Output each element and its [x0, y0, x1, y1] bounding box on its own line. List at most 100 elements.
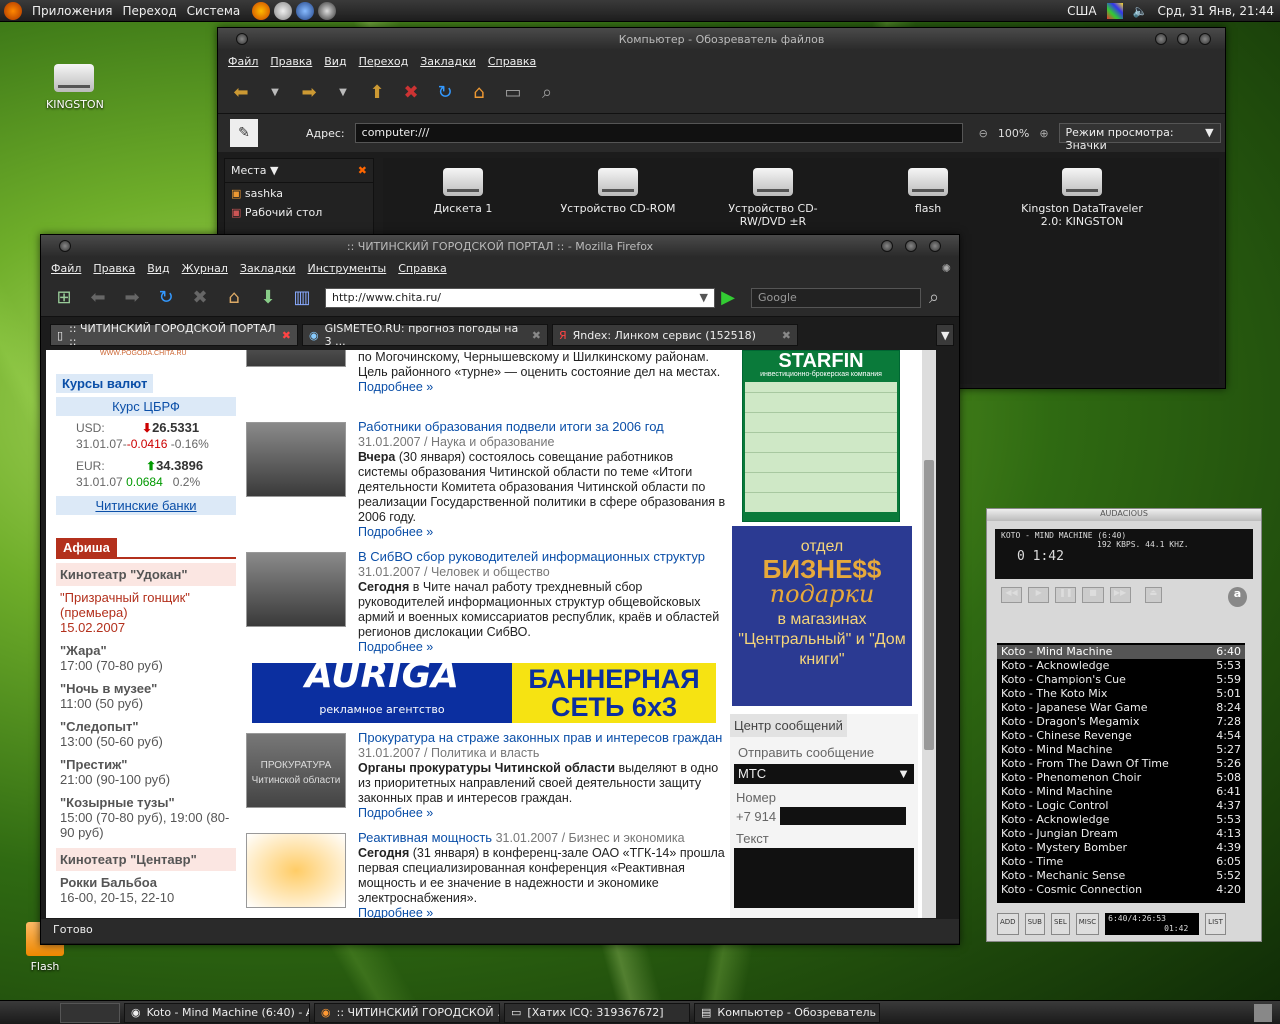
playlist-item[interactable]: Koto - The Koto Mix 5:01	[997, 687, 1245, 701]
search-field[interactable]: Google	[751, 287, 921, 308]
minimize-button[interactable]	[1155, 33, 1167, 45]
audacious-title[interactable]: AUDACIOUS	[987, 509, 1261, 521]
bookmarks-icon[interactable]: ▥	[291, 287, 313, 309]
close-tab-icon[interactable]: ✖	[532, 329, 541, 342]
news-photo[interactable]	[246, 552, 346, 627]
playlist-item[interactable]: Koto - Champion's Cue 5:59	[997, 673, 1245, 687]
menu-help[interactable]: Справка	[488, 55, 536, 68]
playlist-item[interactable]: Koto - Mystery Bomber 4:39	[997, 841, 1245, 855]
gifts-banner[interactable]: отдел БИЗНЕ$$ подарки в магазинах "Центр…	[732, 526, 912, 706]
forward-dropdown-icon[interactable]: ▼	[332, 82, 354, 104]
playlist-item[interactable]: Koto - Acknowledge 5:53	[997, 813, 1245, 827]
minimize-button[interactable]	[881, 240, 893, 252]
computer-icon[interactable]: ▭	[502, 82, 524, 104]
list-button[interactable]: LIST	[1205, 913, 1226, 935]
menu-view[interactable]: Вид	[147, 262, 169, 275]
sel-button[interactable]: SEL	[1050, 913, 1070, 935]
maximize-button[interactable]	[905, 240, 917, 252]
chevron-down-icon[interactable]: ▼	[700, 291, 708, 305]
menu-file[interactable]: Файл	[228, 55, 258, 68]
sub-button[interactable]: SUB	[1024, 913, 1045, 935]
tab-chita[interactable]: ▯:: ЧИТИНСКИЙ ГОРОДСКОЙ ПОРТАЛ :: ✖	[50, 322, 298, 348]
firefox-titlebar[interactable]: :: ЧИТИНСКИЙ ГОРОДСКОЙ ПОРТАЛ :: - Mozil…	[41, 235, 959, 257]
keyboard-layout[interactable]: США	[1067, 4, 1096, 18]
scrollbar[interactable]	[922, 350, 936, 918]
audacious-logo-icon[interactable]: a	[1227, 587, 1248, 607]
more-link[interactable]: Подробнее »	[358, 906, 433, 918]
volume-icon[interactable]: 🔈	[1133, 4, 1148, 18]
cinema-udokan[interactable]: Кинотеатр "Удокан"	[56, 563, 236, 586]
playlist-item[interactable]: Koto - Acknowledge 5:53	[997, 659, 1245, 673]
back-icon[interactable]: ⬅	[87, 287, 109, 309]
clock[interactable]: Срд, 31 Янв, 21:44	[1158, 4, 1274, 18]
task-audacious[interactable]: ◉ Koto - Mind Machine (6:40) - A...	[124, 1002, 310, 1023]
desktop-kingston[interactable]: KINGSTON	[46, 64, 104, 111]
news-title[interactable]: Работники образования подвели итоги за 2…	[358, 419, 664, 434]
task-icq[interactable]: ▭ [Хатих ICQ: 319367672]	[504, 1002, 690, 1023]
edit-location-icon[interactable]: ✎	[230, 119, 258, 147]
close-sidebar-icon[interactable]: ✖	[358, 164, 367, 177]
forward-icon[interactable]: ➡	[121, 287, 143, 309]
close-tab-icon[interactable]: ✖	[782, 329, 791, 342]
playlist-item[interactable]: Koto - Dragon's Megamix 7:28	[997, 715, 1245, 729]
previous-icon[interactable]: ◀◀	[1001, 587, 1023, 603]
next-icon[interactable]: ▶▶	[1109, 587, 1131, 603]
stop-icon[interactable]: ✖	[400, 82, 422, 104]
back-icon[interactable]: ⬅	[230, 82, 252, 104]
download-icon[interactable]: ⬇	[257, 287, 279, 309]
tab-gismeteo[interactable]: ◉ GISMETEO.RU: прогноз погоды на 3 ... ✖	[302, 322, 548, 348]
playlist-item[interactable]: Koto - Mind Machine 6:41	[997, 785, 1245, 799]
zoom-out-icon[interactable]: ⊖	[979, 127, 988, 140]
menu-help[interactable]: Справка	[398, 262, 446, 275]
news-title[interactable]: Прокуратура на страже законных прав и ин…	[358, 730, 722, 745]
tab-list-button[interactable]: ▼	[936, 324, 954, 346]
up-icon[interactable]: ⬆	[366, 82, 388, 104]
more-link[interactable]: Подробнее »	[358, 525, 433, 539]
news-photo[interactable]	[246, 350, 346, 367]
screenshot-launcher-icon[interactable]	[318, 1, 337, 20]
mail-launcher-icon[interactable]	[274, 1, 293, 20]
menu-edit[interactable]: Правка	[93, 262, 135, 275]
chita-banks-link[interactable]: Читинские банки	[56, 496, 236, 515]
url-field[interactable]: http://www.chita.ru/ ▼	[325, 287, 715, 308]
file-item-flash[interactable]: flash	[863, 168, 993, 215]
menu-history[interactable]: Журнал	[182, 262, 228, 275]
sidebar-item-sashka[interactable]: ▣ sashka	[225, 183, 373, 204]
home-icon[interactable]: ⌂	[223, 287, 245, 309]
playlist-item[interactable]: Koto - Mind Machine 5:27	[997, 743, 1245, 757]
film-item[interactable]: "Жара" 17:00 (70-80 руб)	[56, 639, 236, 677]
menu-tools[interactable]: Инструменты	[308, 262, 387, 275]
file-item-kingston[interactable]: Kingston DataTraveler 2.0: KINGSTON	[1012, 168, 1152, 228]
playlist-item[interactable]: Koto - Mechanic Sense 5:52	[997, 869, 1245, 883]
file-item-floppy[interactable]: Дискета 1	[398, 168, 528, 215]
playlist-item[interactable]: Koto - From The Dawn Of Time 5:26	[997, 757, 1245, 771]
ubuntu-logo-icon[interactable]	[4, 1, 22, 20]
film-item[interactable]: "Престиж" 21:00 (90-100 руб)	[56, 753, 236, 791]
menu-applications[interactable]: Приложения	[32, 4, 113, 18]
home-icon[interactable]: ⌂	[468, 82, 490, 104]
tgk-logo[interactable]	[246, 833, 346, 908]
playlist-item[interactable]: Koto - Mind Machine 6:40	[997, 645, 1245, 659]
film-item[interactable]: "Призрачный гонщик"(премьера) 15.02.2007	[56, 586, 236, 639]
back-dropdown-icon[interactable]: ▼	[264, 82, 286, 104]
tab-yandex[interactable]: Я Яndex: Линком сервис (152518) ✖	[552, 324, 798, 346]
more-link[interactable]: Подробнее »	[358, 380, 433, 394]
playlist-item[interactable]: Koto - Phenomenon Choir 5:08	[997, 771, 1245, 785]
message-textarea[interactable]	[734, 848, 914, 908]
file-item-cdrw[interactable]: Устройство CD-RW/DVD ±R	[708, 168, 838, 228]
close-button[interactable]	[1199, 33, 1211, 45]
menu-system[interactable]: Система	[187, 4, 241, 18]
film-item[interactable]: Рокки Бальбоа 16-00, 20-15, 22-10	[56, 871, 236, 909]
auriga-banner[interactable]: AURIGA рекламное агентство БАННЕРНАЯ СЕТЬ…	[252, 658, 716, 723]
eject-icon[interactable]: ⏏	[1144, 587, 1162, 603]
menu-bookmarks[interactable]: Закладки	[420, 55, 476, 68]
task-nautilus[interactable]: ▤ Компьютер - Обозреватель ...	[694, 1002, 880, 1023]
go-icon[interactable]: ▶	[717, 287, 739, 309]
news-photo[interactable]: ПРОКУРАТУРА Читинской области	[246, 733, 346, 808]
news-title[interactable]: Реактивная мощность	[358, 830, 492, 845]
playlist-item[interactable]: Koto - Cosmic Connection 4:20	[997, 883, 1245, 897]
trash-icon[interactable]	[1254, 1003, 1272, 1022]
help-launcher-icon[interactable]	[296, 1, 315, 20]
new-tab-icon[interactable]: ⊞	[53, 287, 75, 309]
film-item[interactable]: "Козырные тузы" 15:00 (70-80 руб), 19:00 …	[56, 791, 236, 844]
